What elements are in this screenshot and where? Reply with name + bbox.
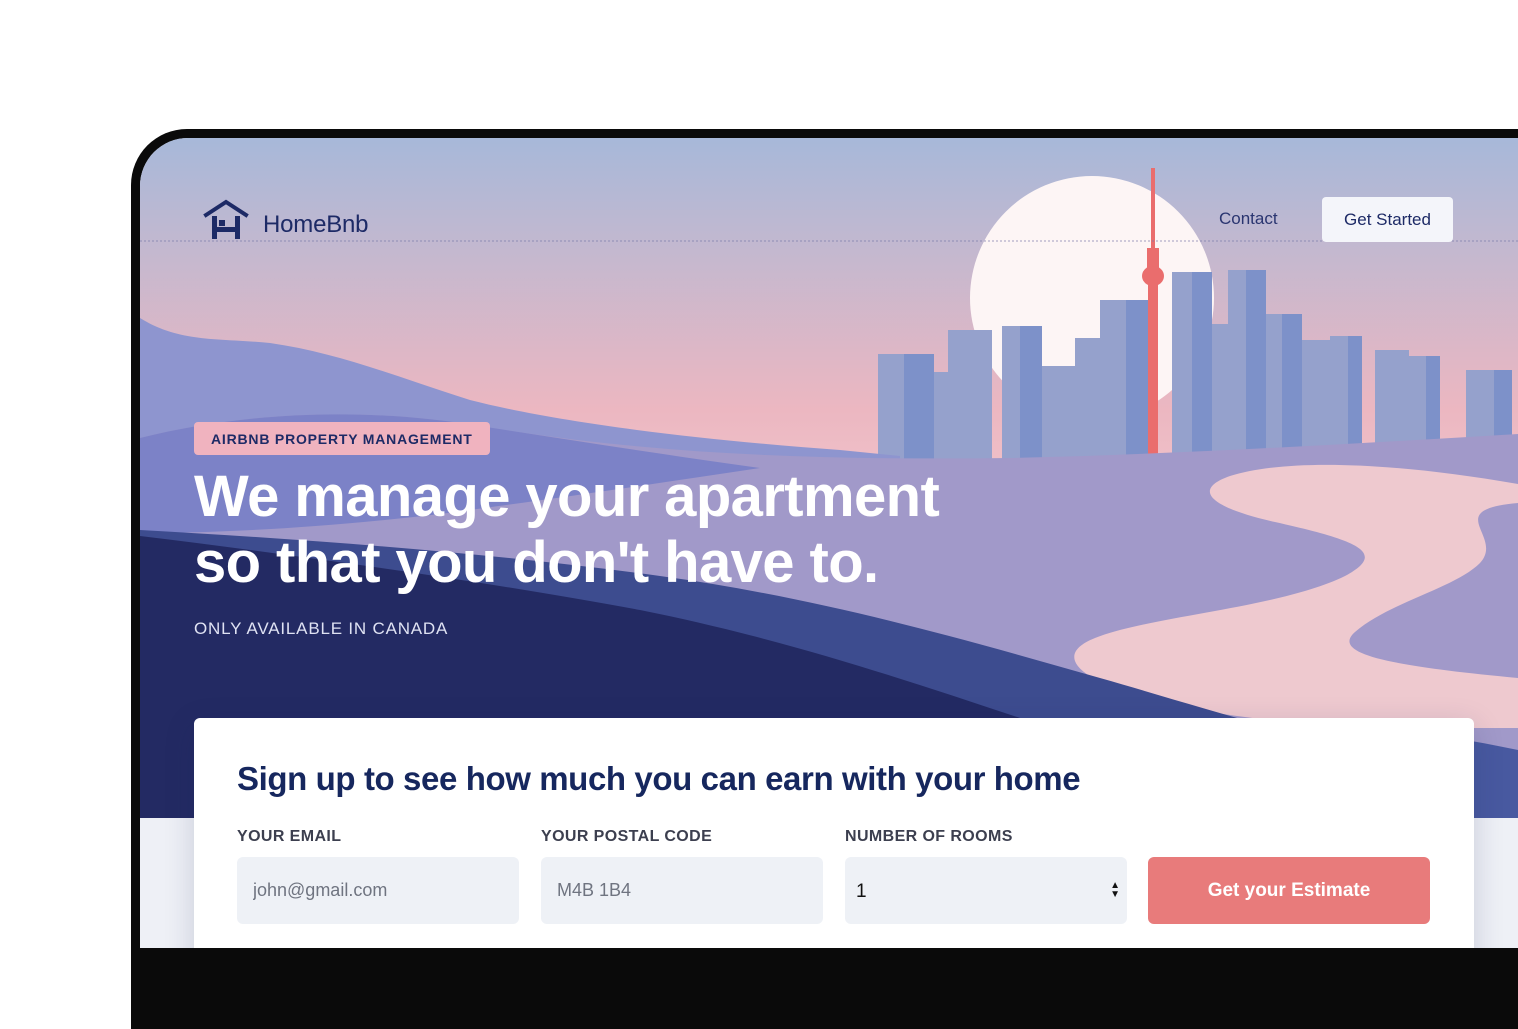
get-started-button[interactable]: Get Started bbox=[1322, 197, 1453, 242]
email-label: YOUR EMAIL bbox=[237, 828, 342, 845]
brand-name: HomeBnb bbox=[263, 211, 369, 238]
availability-note: ONLY AVAILABLE IN CANADA bbox=[194, 619, 449, 638]
postal-code-label: YOUR POSTAL CODE bbox=[541, 828, 713, 845]
headline-line-1: We manage your apartment bbox=[194, 464, 940, 529]
rooms-select[interactable]: 1 ▲ ▼ bbox=[845, 857, 1127, 924]
rooms-selected-value: 1 bbox=[856, 881, 867, 902]
category-badge: AIRBNB PROPERTY MANAGEMENT bbox=[194, 422, 490, 455]
decorative-dotted-line bbox=[140, 240, 1518, 242]
browser-screen: HomeBnb Contact Get Started AIRBNB PROPE… bbox=[140, 138, 1518, 948]
get-estimate-button[interactable]: Get your Estimate bbox=[1148, 857, 1430, 924]
rooms-label: NUMBER OF ROOMS bbox=[845, 828, 1013, 845]
nav-contact-link[interactable]: Contact bbox=[1219, 209, 1278, 229]
email-input[interactable] bbox=[237, 857, 519, 924]
house-icon bbox=[203, 199, 249, 239]
logo[interactable]: HomeBnb bbox=[203, 198, 369, 240]
signup-card: Sign up to see how much you can earn wit… bbox=[194, 718, 1474, 948]
select-arrows-icon: ▲ ▼ bbox=[1110, 880, 1120, 900]
postal-code-input[interactable] bbox=[541, 857, 823, 924]
signup-title: Sign up to see how much you can earn wit… bbox=[237, 760, 1081, 797]
hero-headline: We manage your apartment so that you don… bbox=[194, 464, 940, 596]
headline-line-2: so that you don't have to. bbox=[194, 530, 879, 595]
